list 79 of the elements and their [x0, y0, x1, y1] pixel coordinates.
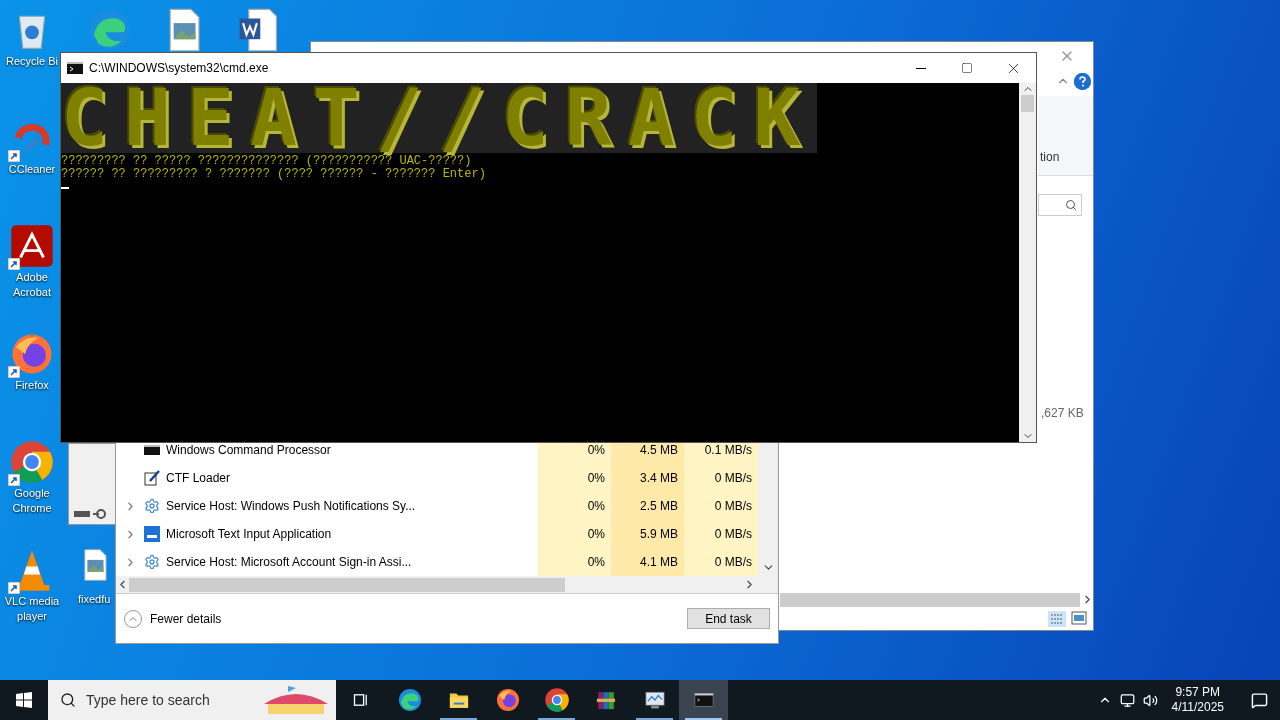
network-cell: 0 MB/s — [684, 548, 758, 576]
fewer-details-link[interactable]: Fewer details — [150, 609, 222, 628]
windows-logo-icon — [16, 692, 32, 708]
desktop-icon-label[interactable]: VLC media player — [4, 594, 60, 624]
search-field[interactable]: Type here to search — [48, 680, 336, 720]
gear-icon — [144, 498, 160, 514]
shortcut-arrow-icon — [8, 582, 20, 594]
volume-icon[interactable] — [1142, 692, 1158, 708]
edge-icon — [396, 687, 423, 713]
scroll-thumb[interactable] — [1021, 95, 1034, 112]
process-name: Windows Command Processor — [166, 443, 331, 457]
memory-cell: 3.4 MB — [611, 464, 684, 492]
process-name: Service Host: Windows Push Notifications Sy... — [166, 499, 416, 513]
memory-cell: 4.5 MB — [611, 443, 684, 464]
desktop-icon-label[interactable]: Google Chrome — [4, 486, 60, 516]
console-icon — [67, 62, 83, 74]
notification-icon — [1250, 691, 1268, 709]
chrome-icon — [9, 439, 55, 485]
pen-icon — [144, 470, 160, 486]
details-view-icon[interactable] — [1048, 611, 1066, 627]
thumbnail-view-icon[interactable] — [1071, 611, 1087, 625]
desktop-icon-label[interactable]: Adobe Acrobat — [4, 270, 60, 300]
memory-cell: 5.9 MB — [611, 520, 684, 548]
shortcut-arrow-icon — [8, 474, 20, 486]
ascii-banner: CHEAT//CRACK — [61, 83, 817, 153]
file-size-text: ,627 KB — [1041, 405, 1084, 422]
cpu-cell: 0% — [538, 548, 611, 576]
taskbar-app[interactable] — [679, 680, 728, 720]
clock-date[interactable]: 4/11/2025 — [1171, 700, 1224, 715]
console-line: ?????? ?? ????????? ? ??????? (???? ?????? - ??????? Enter) — [61, 168, 486, 181]
console-icon — [144, 442, 160, 458]
running-indicator — [538, 718, 575, 720]
process-name: Service Host: Microsoft Account Sign-in Assi... — [166, 555, 412, 569]
memory-cell: 4.1 MB — [611, 548, 684, 576]
vertical-scrollbar[interactable] — [1019, 83, 1036, 442]
cpu-cell: 0% — [538, 443, 611, 464]
running-indicator — [636, 718, 673, 720]
gear-icon — [144, 554, 160, 570]
shortcut-arrow-icon — [8, 366, 20, 378]
maximize-icon — [961, 62, 973, 74]
cpu-cell: 0% — [538, 464, 611, 492]
firefox-icon — [494, 687, 521, 713]
help-icon[interactable] — [1074, 73, 1091, 90]
console-line: ????????? ?? ????? ?????????????? (??????????? UAC-?????) — [61, 155, 473, 168]
process-row[interactable]: Microsoft Text Input Application 0% 5.9 MB 0 MB/s — [116, 520, 758, 548]
network-cell: 0 MB/s — [684, 464, 758, 492]
network-cell: 0 MB/s — [684, 520, 758, 548]
desktop-icon-label[interactable]: Firefox — [15, 378, 49, 393]
desktop-icon-label[interactable]: fixedfu — [78, 592, 111, 607]
chrome-icon — [543, 687, 570, 713]
shortcut-arrow-icon — [8, 150, 20, 162]
acrobat-icon — [9, 223, 55, 269]
process-row[interactable]: Service Host: Microsoft Account Sign-in Assi... 0% 4.1 MB 0 MB/s — [116, 548, 758, 576]
search-field[interactable] — [1038, 194, 1082, 216]
minimize-icon — [916, 67, 926, 69]
running-indicator — [685, 718, 722, 720]
running-indicator — [440, 718, 477, 720]
keyboard-icon — [144, 526, 160, 542]
end-task-button[interactable]: End task — [687, 608, 770, 629]
window-title: C:\WINDOWS\system32\cmd.exe — [89, 60, 270, 77]
clock-time[interactable]: 9:57 PM — [1175, 685, 1221, 700]
cpu-cell: 0% — [538, 520, 611, 548]
search-icon — [1065, 199, 1077, 211]
search-icon — [60, 692, 76, 708]
shortcut-arrow-icon — [8, 258, 20, 270]
network-cell: 0 MB/s — [684, 492, 758, 520]
process-row[interactable]: Service Host: Windows Push Notifications Sy... 0% 2.5 MB 0 MB/s — [116, 492, 758, 520]
horizontal-scrollbar[interactable] — [780, 593, 1080, 607]
process-name: CTF Loader — [166, 471, 231, 485]
network-cell: 0.1 MB/s — [684, 443, 758, 464]
process-row[interactable]: CTF Loader 0% 3.4 MB 0 MB/s — [116, 464, 758, 492]
vertical-scrollbar[interactable] — [758, 443, 778, 576]
memory-cell: 2.5 MB — [611, 492, 684, 520]
network-icon[interactable] — [1119, 692, 1135, 708]
cpu-cell: 0% — [538, 492, 611, 520]
process-name: Microsoft Text Input Application — [166, 527, 332, 541]
process-row[interactable]: Windows Command Processor 0% 4.5 MB 0.1 MB/s — [116, 443, 758, 464]
horizontal-scrollbar[interactable] — [129, 577, 565, 592]
ribbon-label[interactable]: tion — [1040, 148, 1060, 166]
